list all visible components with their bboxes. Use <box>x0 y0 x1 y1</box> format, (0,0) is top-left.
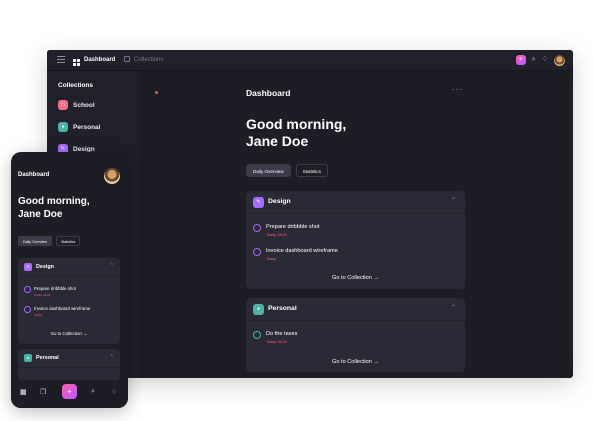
task-checkbox[interactable] <box>253 331 261 339</box>
more-icon[interactable]: ··· <box>452 85 463 94</box>
collection-card-personal: ● Personal ⌃ <box>18 349 120 380</box>
card-title: Personal <box>268 305 297 312</box>
school-icon: ▭ <box>58 100 68 110</box>
tab-bar: Daily Overview Statistics <box>246 164 329 177</box>
card-title: Design <box>268 198 291 205</box>
add-button[interactable]: + <box>515 55 526 65</box>
card-title: Design <box>36 264 54 270</box>
go-to-collection-link[interactable]: Go to Collection → <box>246 359 465 365</box>
card-header[interactable]: ● Personal ⌃ <box>18 349 120 368</box>
card-title: Personal <box>36 355 59 361</box>
bell-icon[interactable]: ♢ <box>542 55 548 65</box>
chevron-up-icon[interactable]: ⌃ <box>451 304 456 311</box>
dashboard-icon[interactable]: ▦ <box>20 388 27 396</box>
chevron-up-icon[interactable]: ⌃ <box>110 263 114 269</box>
collections-icon <box>124 56 130 62</box>
collections-icon[interactable]: ❐ <box>40 388 46 396</box>
person-icon: ● <box>24 354 32 362</box>
go-to-collection-link[interactable]: Go to Collection → <box>246 275 465 281</box>
task-checkbox[interactable] <box>24 306 31 313</box>
tab-daily-overview[interactable]: Daily Overview <box>18 236 52 246</box>
page-title: Dashboard <box>18 172 50 178</box>
nav-collections[interactable]: Collections <box>124 55 163 65</box>
greeting: Good morning, Jane Doe <box>246 116 347 149</box>
mobile-screen: Dashboard Good morning, Jane Doe Daily O… <box>11 152 128 408</box>
sidebar-item-school[interactable]: ▭ School <box>58 99 95 111</box>
tab-bar: Daily Overview Statistics <box>18 236 81 246</box>
collection-card-design: ✎ Design ⌃ Prepare dribbble shot Today 1… <box>18 258 120 344</box>
sidebar-item-personal[interactable]: ● Personal <box>58 121 100 133</box>
nav-dashboard[interactable]: Dashboard <box>73 55 115 66</box>
pen-icon: ✎ <box>24 263 32 271</box>
search-icon[interactable]: ⌕ <box>532 55 536 65</box>
go-to-collection-link[interactable]: Go to Collection → <box>18 331 120 336</box>
top-bar: Dashboard Collections + ⌕ ♢ <box>47 50 573 71</box>
tab-daily-overview[interactable]: Daily Overview <box>246 164 291 177</box>
card-header[interactable]: ✎ Design ⌃ <box>18 258 120 277</box>
sidebar-title: Collections <box>58 82 94 89</box>
collection-card-design: ✎ Design ⌃ Prepare dribbble shot Today 1… <box>246 191 465 289</box>
card-header[interactable]: ● Personal ⌃ <box>246 298 465 321</box>
dashboard-icon <box>73 59 80 66</box>
chevron-up-icon[interactable]: ⌃ <box>110 354 114 360</box>
greeting: Good morning, Jane Doe <box>18 196 90 220</box>
search-icon[interactable]: ⌕ <box>91 388 95 396</box>
notification-dot <box>155 91 158 94</box>
pen-icon: ✎ <box>253 197 264 208</box>
page-title: Dashboard <box>246 88 291 98</box>
tab-statistics[interactable]: Statistics <box>55 236 81 246</box>
add-button[interactable]: + <box>62 384 77 399</box>
person-icon: ● <box>253 304 264 315</box>
main-content: Dashboard ··· Good morning, Jane Doe Dai… <box>139 71 573 378</box>
task-checkbox[interactable] <box>253 248 261 256</box>
avatar[interactable] <box>104 168 120 184</box>
card-header[interactable]: ✎ Design ⌃ <box>246 191 465 214</box>
avatar[interactable] <box>554 54 565 66</box>
hamburger-icon[interactable] <box>57 56 65 63</box>
bottom-nav: ▦ ❐ + ⌕ ♢ <box>11 380 128 408</box>
tab-statistics[interactable]: Statistics <box>295 164 329 177</box>
bell-icon[interactable]: ♢ <box>111 388 117 396</box>
collection-card-personal: ● Personal ⌃ Do the taxes Today 16:00 Go… <box>246 298 465 372</box>
chevron-up-icon[interactable]: ⌃ <box>451 197 456 204</box>
task-checkbox[interactable] <box>24 286 31 293</box>
task-checkbox[interactable] <box>253 224 261 232</box>
person-icon: ● <box>58 122 68 132</box>
